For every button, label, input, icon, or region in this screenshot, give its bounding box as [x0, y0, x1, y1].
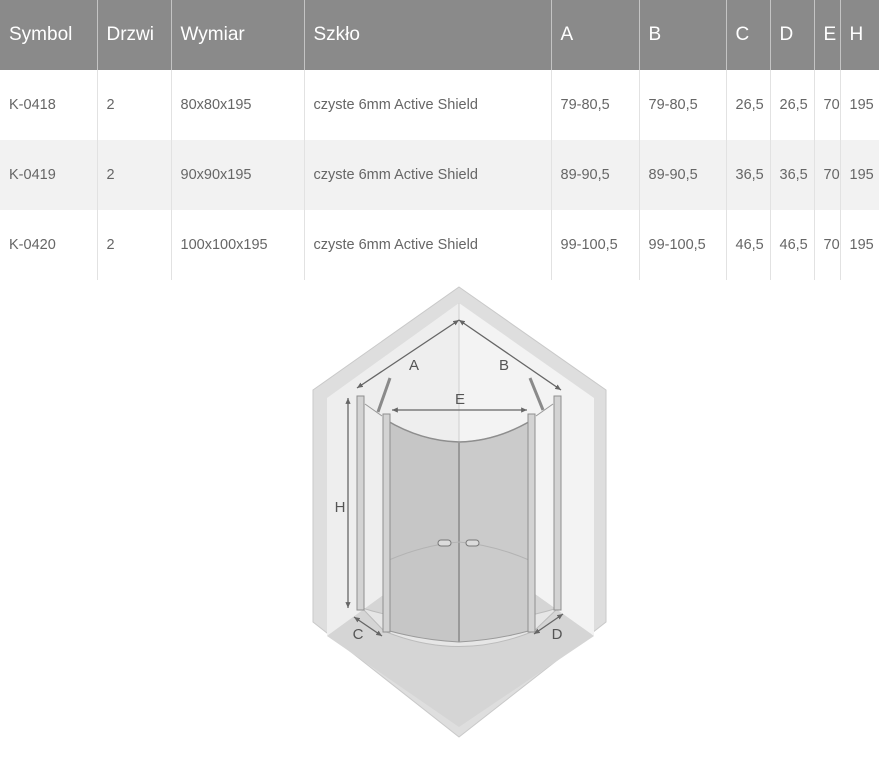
cell-c: 36,5: [726, 140, 771, 210]
table-header-row: Symbol Drzwi Wymiar Szkło A B C D E H: [0, 0, 879, 70]
header-symbol: Symbol: [0, 0, 98, 70]
header-h: H: [840, 0, 879, 70]
label-a: A: [409, 357, 419, 374]
cell-e: 70: [814, 140, 841, 210]
cell-d: 26,5: [770, 70, 815, 140]
cell-b: 89-90,5: [639, 140, 727, 210]
cell-c: 26,5: [726, 70, 771, 140]
cell-h: 195: [840, 210, 879, 280]
label-e: E: [455, 391, 465, 408]
label-b: B: [499, 357, 509, 374]
header-d: D: [770, 0, 815, 70]
cell-d: 36,5: [770, 140, 815, 210]
cell-b: 79-80,5: [639, 70, 727, 140]
cell-a: 89-90,5: [551, 140, 640, 210]
cell-szklo: czyste 6mm Active Shield: [304, 210, 552, 280]
cell-drzwi: 2: [97, 210, 172, 280]
label-d: D: [552, 626, 563, 643]
label-h: H: [335, 499, 346, 516]
header-wymiar: Wymiar: [171, 0, 305, 70]
cell-b: 99-100,5: [639, 210, 727, 280]
label-c: C: [353, 626, 364, 643]
header-drzwi: Drzwi: [97, 0, 172, 70]
cell-wymiar: 90x90x195: [171, 140, 305, 210]
cell-wymiar: 80x80x195: [171, 70, 305, 140]
cell-szklo: czyste 6mm Active Shield: [304, 70, 552, 140]
specification-table: Symbol Drzwi Wymiar Szkło A B C D E H K-…: [0, 0, 879, 280]
cell-e: 70: [814, 70, 841, 140]
cell-a: 79-80,5: [551, 70, 640, 140]
cell-drzwi: 2: [97, 70, 172, 140]
cell-h: 195: [840, 140, 879, 210]
header-szklo: Szkło: [304, 0, 552, 70]
cell-wymiar: 100x100x195: [171, 210, 305, 280]
header-c: C: [726, 0, 771, 70]
cell-symbol: K-0420: [0, 210, 98, 280]
cell-symbol: K-0419: [0, 140, 98, 210]
header-a: A: [551, 0, 640, 70]
table-row: K-0419 2 90x90x195 czyste 6mm Active Shi…: [0, 140, 879, 210]
cell-drzwi: 2: [97, 140, 172, 210]
cell-d: 46,5: [770, 210, 815, 280]
table-row: K-0420 2 100x100x195 czyste 6mm Active S…: [0, 210, 879, 280]
cell-e: 70: [814, 210, 841, 280]
header-b: B: [639, 0, 727, 70]
cell-szklo: czyste 6mm Active Shield: [304, 140, 552, 210]
cell-symbol: K-0418: [0, 70, 98, 140]
table-row: K-0418 2 80x80x195 czyste 6mm Active Shi…: [0, 70, 879, 140]
cell-a: 99-100,5: [551, 210, 640, 280]
cell-h: 195: [840, 70, 879, 140]
header-e: E: [814, 0, 841, 70]
cell-c: 46,5: [726, 210, 771, 280]
shower-cabin-diagram: A B E H C D: [312, 286, 607, 738]
glass-doors: [385, 419, 533, 643]
